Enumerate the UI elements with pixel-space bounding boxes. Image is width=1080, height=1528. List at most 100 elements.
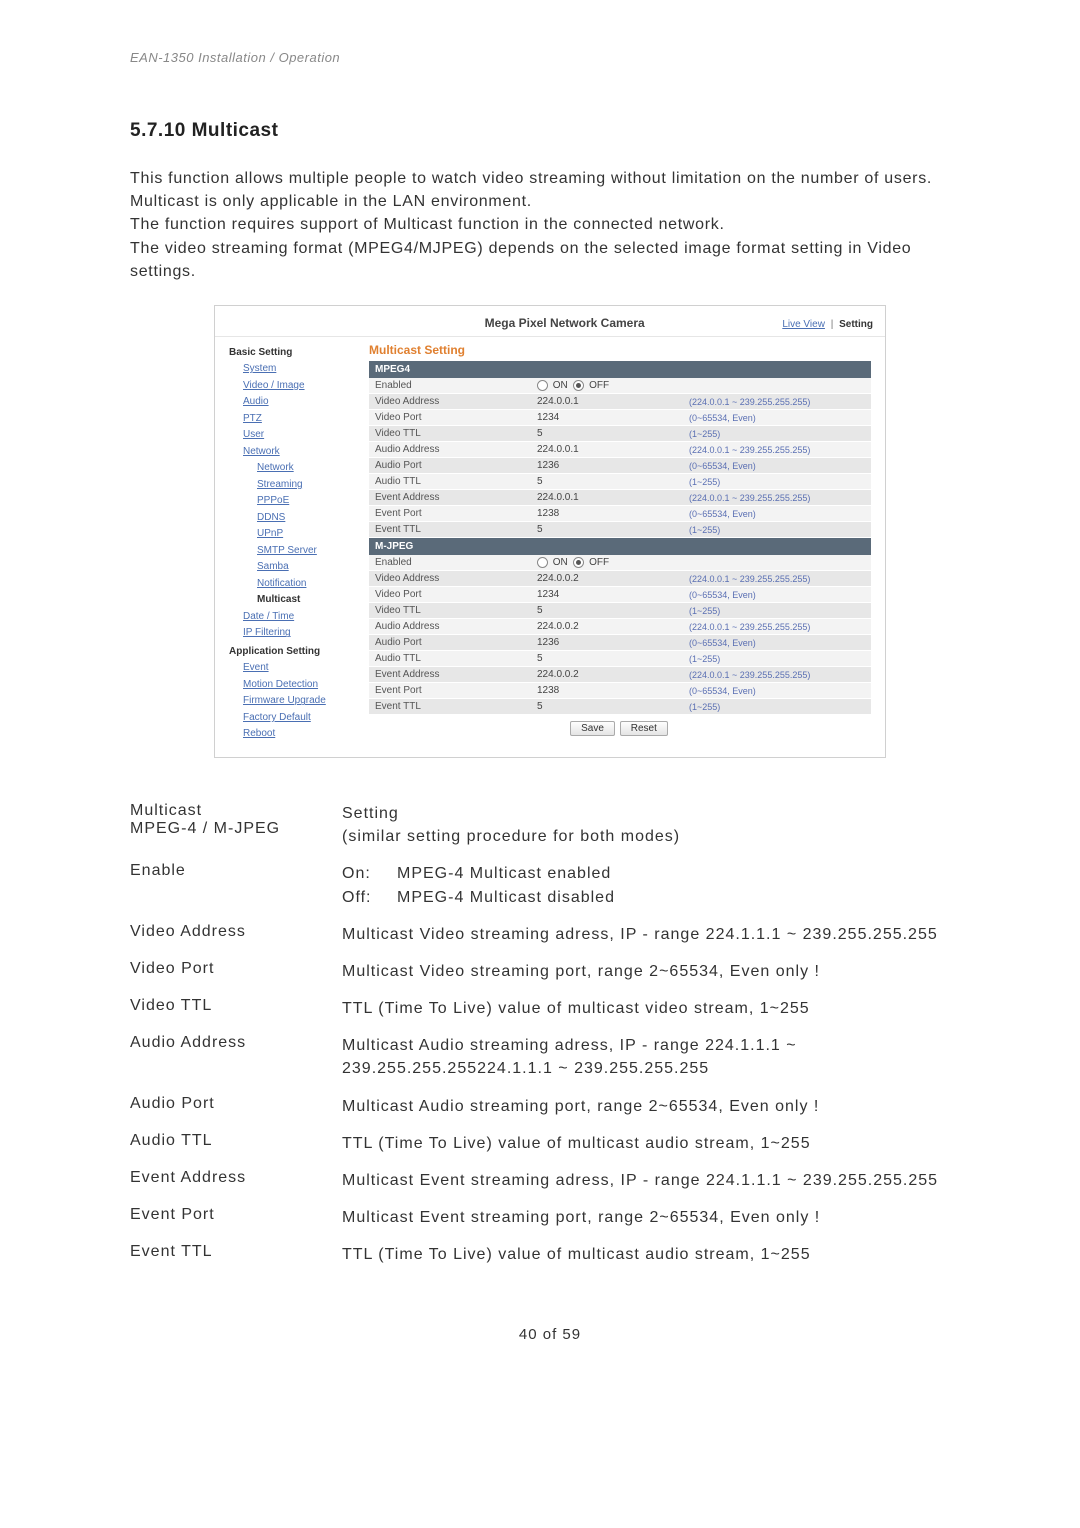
row-label: Audio Port [369, 635, 531, 651]
row-label: Event Port [369, 683, 531, 699]
row-hint: (224.0.0.1 ~ 239.255.255.255) [683, 619, 871, 635]
sidebar-item-streaming[interactable]: Streaming [229, 477, 369, 494]
row-hint: (1~255) [683, 474, 871, 490]
row-value[interactable]: 5 [531, 651, 683, 667]
definition-term: Enable [130, 862, 342, 908]
radio-on[interactable] [537, 380, 548, 391]
radio-on[interactable] [537, 557, 548, 568]
sidebar-item-video[interactable]: Video / Image [229, 378, 369, 395]
row-value[interactable]: 224.0.0.1 [531, 394, 683, 410]
row-label: Video TTL [369, 426, 531, 442]
row-value[interactable]: ON OFF [531, 378, 683, 394]
row-value[interactable]: 224.0.0.2 [531, 667, 683, 683]
definition-row: Audio PortMulticast Audio streaming port… [130, 1095, 970, 1118]
row-value[interactable]: 224.0.0.2 [531, 571, 683, 587]
sidebar-group-basic: Basic Setting [229, 345, 369, 362]
row-label: Event Address [369, 667, 531, 683]
sidebar-item-network-sub[interactable]: Network [229, 460, 369, 477]
panel-sidebar: Basic Setting System Video / Image Audio… [229, 343, 369, 743]
table-row: Audio Address224.0.0.2(224.0.0.1 ~ 239.2… [369, 619, 871, 635]
table-row: Event TTL5(1~255) [369, 522, 871, 538]
sidebar-item-system[interactable]: System [229, 361, 369, 378]
reset-button[interactable]: Reset [620, 721, 668, 736]
row-hint: (0~65534, Even) [683, 410, 871, 426]
live-view-link[interactable]: Live View [782, 319, 825, 330]
row-value[interactable]: 1236 [531, 635, 683, 651]
row-value[interactable]: 224.0.0.1 [531, 490, 683, 506]
definition-row: Audio TTLTTL (Time To Live) value of mul… [130, 1132, 970, 1155]
sidebar-item-network[interactable]: Network [229, 444, 369, 461]
row-label: Event Port [369, 506, 531, 522]
row-hint [683, 555, 871, 571]
sidebar-item-datetime[interactable]: Date / Time [229, 609, 369, 626]
table-row: Video Port1234(0~65534, Even) [369, 410, 871, 426]
save-button[interactable]: Save [570, 721, 615, 736]
row-value[interactable]: 5 [531, 603, 683, 619]
sidebar-item-samba[interactable]: Samba [229, 559, 369, 576]
row-hint: (0~65534, Even) [683, 683, 871, 699]
sidebar-item-ddns[interactable]: DDNS [229, 510, 369, 527]
sidebar-item-firmware[interactable]: Firmware Upgrade [229, 693, 369, 710]
row-hint: (224.0.0.1 ~ 239.255.255.255) [683, 394, 871, 410]
row-label: Event Address [369, 490, 531, 506]
sidebar-item-upnp[interactable]: UPnP [229, 526, 369, 543]
sidebar-item-ptz[interactable]: PTZ [229, 411, 369, 428]
row-value[interactable]: 1236 [531, 458, 683, 474]
sidebar-item-user[interactable]: User [229, 427, 369, 444]
table-row: Video Port1234(0~65534, Even) [369, 587, 871, 603]
row-value[interactable]: ON OFF [531, 555, 683, 571]
radio-off[interactable] [573, 380, 584, 391]
table-row: Audio Port1236(0~65534, Even) [369, 458, 871, 474]
row-hint: (224.0.0.1 ~ 239.255.255.255) [683, 442, 871, 458]
definition-desc: Setting (similar setting procedure for b… [342, 802, 970, 848]
row-value[interactable]: 1238 [531, 506, 683, 522]
table-row: Video Address224.0.0.1(224.0.0.1 ~ 239.2… [369, 394, 871, 410]
page-footer: 40 of 59 [130, 1326, 970, 1343]
sidebar-item-multicast[interactable]: Multicast [229, 592, 369, 609]
sidebar-item-audio[interactable]: Audio [229, 394, 369, 411]
definition-term: Multicast MPEG-4 / M-JPEG [130, 802, 342, 848]
sidebar-item-factory[interactable]: Factory Default [229, 710, 369, 727]
table-row: Event Port1238(0~65534, Even) [369, 683, 871, 699]
definition-row: Video TTLTTL (Time To Live) value of mul… [130, 997, 970, 1020]
row-hint: (0~65534, Even) [683, 458, 871, 474]
row-label: Event TTL [369, 522, 531, 538]
table-row: Event TTL5(1~255) [369, 699, 871, 715]
row-hint: (0~65534, Even) [683, 587, 871, 603]
row-value[interactable]: 1238 [531, 683, 683, 699]
panel-header-links: Live View | Setting [782, 319, 873, 330]
row-value[interactable]: 1234 [531, 587, 683, 603]
definition-row: EnableOn:MPEG-4 Multicast enabledOff:MPE… [130, 862, 970, 908]
radio-off[interactable] [573, 557, 584, 568]
row-value[interactable]: 1234 [531, 410, 683, 426]
sidebar-item-ipfilter[interactable]: IP Filtering [229, 625, 369, 642]
row-value[interactable]: 5 [531, 699, 683, 715]
sidebar-item-pppoe[interactable]: PPPoE [229, 493, 369, 510]
sidebar-item-smtp[interactable]: SMTP Server [229, 543, 369, 560]
sidebar-item-motion[interactable]: Motion Detection [229, 677, 369, 694]
intro-paragraph: This function allows multiple people to … [130, 167, 970, 283]
panel-title: Mega Pixel Network Camera [347, 316, 782, 330]
sidebar-group-app: Application Setting [229, 644, 369, 661]
row-value[interactable]: 224.0.0.2 [531, 619, 683, 635]
row-hint: (1~255) [683, 603, 871, 619]
sidebar-item-notification[interactable]: Notification [229, 576, 369, 593]
row-value[interactable]: 5 [531, 522, 683, 538]
sidebar-item-reboot[interactable]: Reboot [229, 726, 369, 743]
definition-row: Event AddressMulticast Event streaming a… [130, 1169, 970, 1192]
definition-desc: TTL (Time To Live) value of multicast vi… [342, 997, 970, 1020]
row-value[interactable]: 224.0.0.1 [531, 442, 683, 458]
definition-term: Audio Address [130, 1034, 342, 1080]
definition-row: Event TTLTTL (Time To Live) value of mul… [130, 1243, 970, 1266]
definitions: Multicast MPEG-4 / M-JPEGSetting (simila… [130, 788, 970, 1281]
sidebar-item-event[interactable]: Event [229, 660, 369, 677]
content-title: Multicast Setting [369, 343, 871, 357]
definition-desc: Multicast Video streaming port, range 2~… [342, 960, 970, 983]
definition-desc: Multicast Event streaming adress, IP - r… [342, 1169, 970, 1192]
section-number: 5.7.10 [130, 120, 186, 141]
table-row: Audio Address224.0.0.1(224.0.0.1 ~ 239.2… [369, 442, 871, 458]
row-value[interactable]: 5 [531, 474, 683, 490]
setting-link[interactable]: Setting [839, 319, 873, 330]
row-label: Audio Address [369, 619, 531, 635]
row-value[interactable]: 5 [531, 426, 683, 442]
